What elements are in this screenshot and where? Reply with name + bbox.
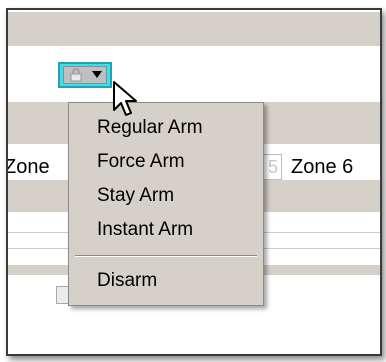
menu-separator	[75, 255, 257, 257]
mouse-pointer-icon	[113, 81, 137, 116]
arm-options-menu: Regular Arm Force Arm Stay Arm Instant A…	[68, 102, 264, 306]
zone-6-label: Zone 6	[291, 156, 354, 178]
zone-label: Zone	[6, 156, 50, 178]
arm-dropdown-button[interactable]	[58, 62, 112, 88]
lock-icon	[70, 68, 81, 82]
screenshot-frame: Zone 5 Zone 6 Regular Arm Force Arm Stay…	[6, 8, 382, 356]
header-band	[8, 12, 380, 46]
menu-item-disarm[interactable]: Disarm	[97, 270, 157, 292]
menu-item-stay-arm[interactable]: Stay Arm	[97, 185, 174, 207]
arm-dropdown-face[interactable]	[63, 66, 107, 84]
menu-item-instant-arm[interactable]: Instant Arm	[97, 219, 193, 241]
menu-item-force-arm[interactable]: Force Arm	[97, 151, 185, 173]
caret-down-icon	[91, 71, 102, 78]
menu-item-regular-arm[interactable]: Regular Arm	[97, 117, 203, 139]
